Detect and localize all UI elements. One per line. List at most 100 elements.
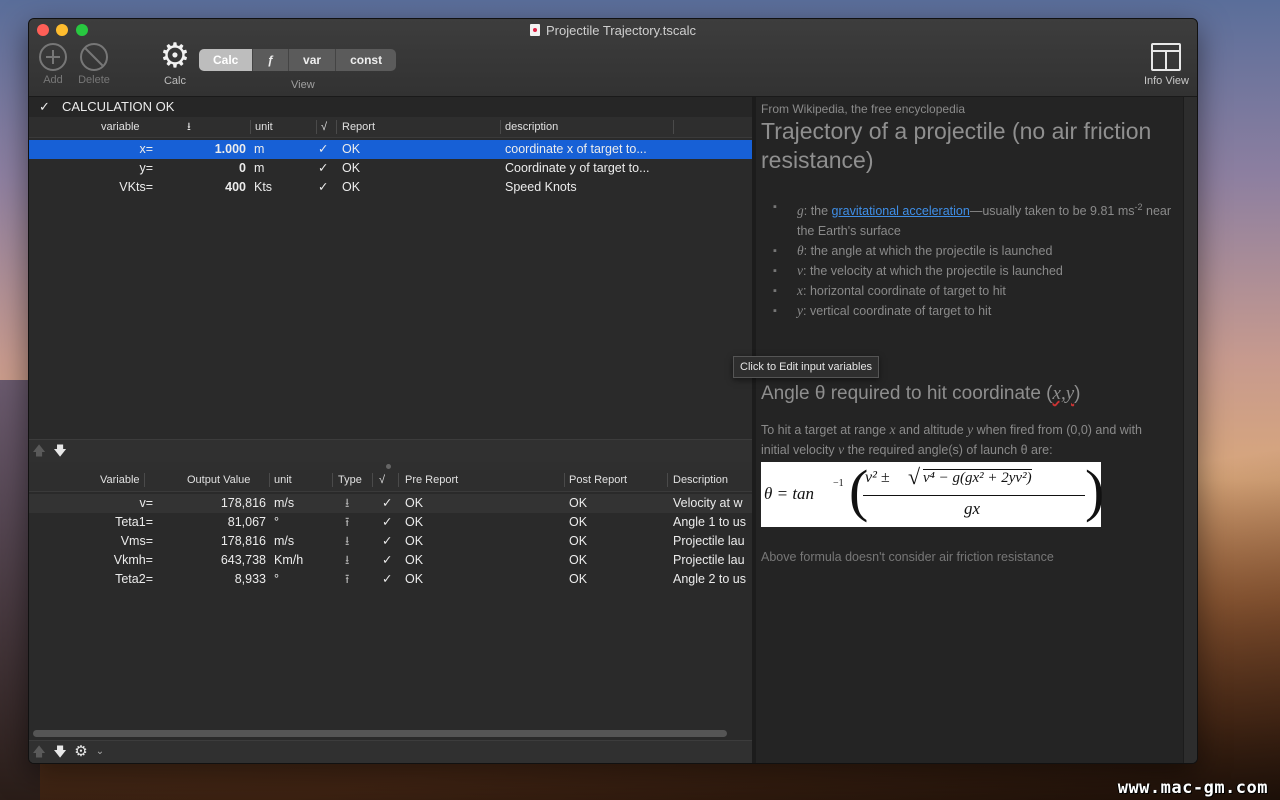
output-value: 643,738: [220, 553, 266, 567]
gear-icon[interactable]: ⚙: [73, 744, 89, 760]
pane-splitter[interactable]: [29, 462, 752, 470]
segment-const[interactable]: const: [336, 49, 396, 71]
variable-name: VKts=: [119, 180, 153, 194]
output-row-vkmh[interactable]: Vkmh= 643,738 Km/h ⭳ ✓ OK OK Projectile …: [29, 551, 752, 570]
output-post-report: OK: [569, 534, 588, 548]
col-variable[interactable]: Variable: [100, 470, 140, 491]
output-table-footer: 🡅 🡇 ⚙ ⌄: [29, 740, 752, 763]
output-post-report: OK: [569, 496, 588, 510]
input-direction-icon[interactable]: ⭳: [187, 117, 191, 137]
variable-value[interactable]: 400: [169, 178, 246, 197]
output-unit: m/s: [274, 496, 295, 510]
col-description[interactable]: Description: [673, 470, 728, 491]
variable-unit: m: [254, 161, 265, 175]
output-value: 8,933: [234, 572, 266, 586]
check-icon: ✓: [382, 553, 393, 567]
sidebar-layout-icon: [1151, 43, 1182, 71]
output-row-v[interactable]: v= 178,816 m/s ⭳ ✓ OK OK Velocity at w: [29, 494, 752, 513]
add-icon: [39, 43, 67, 71]
output-description: Projectile lau: [673, 553, 745, 567]
input-table-footer: 🡅 🡇: [29, 439, 752, 462]
col-type[interactable]: Type: [338, 470, 362, 491]
col-check[interactable]: √: [379, 470, 385, 491]
info-view-button[interactable]: Info View: [1144, 43, 1189, 87]
delete-label: Delete: [78, 74, 110, 86]
output-post-report: OK: [569, 572, 588, 586]
output-post-report: OK: [569, 515, 588, 529]
document-icon: [529, 24, 540, 36]
move-down-arrow-icon[interactable]: 🡇: [52, 744, 68, 760]
add-button[interactable]: Add: [38, 43, 68, 86]
variable-description: Coordinate y of target to...: [505, 161, 650, 175]
calc-button[interactable]: ⚙ Calc: [155, 37, 195, 87]
move-down-arrow-icon[interactable]: 🡇: [52, 443, 68, 459]
output-unit: m/s: [274, 534, 295, 548]
output-table-header: Variable Output Value unit Type √ Pre Re…: [29, 470, 752, 492]
col-post-report[interactable]: Post Report: [569, 470, 627, 491]
toolbar: Projectile Trajectory.tscalc Add Delete …: [29, 19, 1197, 97]
segment-function[interactable]: ƒ: [253, 49, 290, 71]
output-unit: °: [274, 572, 279, 586]
info-view-label: Info View: [1143, 75, 1189, 87]
delete-button[interactable]: Delete: [73, 43, 115, 86]
col-check[interactable]: √: [321, 117, 327, 137]
info-vertical-scrollbar[interactable]: [1183, 97, 1197, 763]
app-window: Projectile Trajectory.tscalc Add Delete …: [28, 18, 1198, 764]
window-title: Projectile Trajectory.tscalc: [29, 23, 1197, 38]
chevron-down-icon[interactable]: ⌄: [92, 744, 108, 760]
output-value: 178,816: [220, 534, 266, 548]
section-heading: Angle θ required to hit coordinate (x,y): [761, 383, 1081, 404]
segment-var[interactable]: var: [289, 49, 337, 71]
tooltip: Click to Edit input variables: [733, 356, 880, 378]
launch-angle-formula: θ = tan −1 ( v² ± √ v⁴ − g(gx² + 2yv²) g…: [761, 458, 1104, 527]
check-icon: ✓: [382, 515, 393, 529]
output-post-report: OK: [569, 553, 588, 567]
output-pre-report: OK: [405, 496, 424, 510]
horizontal-scrollbar[interactable]: [33, 730, 727, 737]
variable-description: Speed Knots: [505, 180, 577, 194]
output-name: Vkmh=: [113, 553, 153, 567]
input-row-vkts[interactable]: VKts= 400 Kts ✓ OK Speed Knots: [29, 178, 752, 197]
output-name: Vms=: [120, 534, 153, 548]
output-type-icon: ⭳: [345, 553, 350, 567]
check-icon: ✓: [318, 180, 329, 194]
move-up-arrow-icon[interactable]: 🡅: [31, 443, 47, 459]
variable-description: coordinate x of target to...: [505, 142, 647, 156]
input-row-y[interactable]: y= 0 m ✓ OK Coordinate y of target to...: [29, 159, 752, 178]
output-type-icon: ⭱: [345, 515, 350, 529]
col-report[interactable]: Report: [342, 117, 375, 137]
output-row-teta2[interactable]: Teta2= 8,933 ° ⭱ ✓ OK OK Angle 2 to us: [29, 570, 752, 589]
gravitational-acceleration-link[interactable]: gravitational acceleration: [832, 204, 970, 218]
move-up-arrow-icon[interactable]: 🡅: [31, 744, 47, 760]
output-description: Velocity at w: [673, 496, 743, 510]
col-variable[interactable]: variable: [101, 117, 140, 137]
output-row-teta1[interactable]: Teta1= 81,067 ° ⭱ ✓ OK OK Angle 1 to us: [29, 513, 752, 532]
calculation-status: ✓ CALCULATION OK: [29, 97, 752, 117]
calculation-pane: ✓ CALCULATION OK variable ⭳ unit √ Repor…: [29, 97, 752, 763]
input-table-header: variable ⭳ unit √ Report description: [29, 117, 752, 138]
variable-value[interactable]: 0: [169, 159, 246, 178]
output-row-vms[interactable]: Vms= 178,816 m/s ⭳ ✓ OK OK Projectile la…: [29, 532, 752, 551]
list-item: g: the gravitational acceleration—usuall…: [773, 197, 1178, 241]
output-pre-report: OK: [405, 553, 424, 567]
segment-calc[interactable]: Calc: [199, 49, 254, 71]
output-value: 178,816: [220, 496, 266, 510]
output-type-icon: ⭳: [345, 534, 350, 548]
variable-name: y=: [139, 161, 153, 175]
input-row-x[interactable]: x= 1.000 m ✓ OK coordinate x of target t…: [29, 140, 752, 159]
col-unit[interactable]: unit: [255, 117, 273, 137]
variable-value[interactable]: 1.000: [169, 140, 246, 159]
list-item: θ: the angle at which the projectile is …: [773, 241, 1178, 261]
gear-icon: ⚙: [159, 37, 191, 75]
output-description: Projectile lau: [673, 534, 745, 548]
col-output-value[interactable]: Output Value: [187, 470, 250, 491]
variable-name: x=: [139, 142, 153, 156]
col-description[interactable]: description: [505, 117, 558, 137]
col-unit[interactable]: unit: [274, 470, 292, 491]
variable-legend-list: g: the gravitational acceleration—usuall…: [773, 197, 1178, 321]
output-name: Teta2=: [115, 572, 153, 586]
check-icon: ✓: [382, 534, 393, 548]
list-item: x: horizontal coordinate of target to hi…: [773, 281, 1178, 301]
view-segmented-control: Calc ƒ var const: [199, 49, 397, 71]
col-pre-report[interactable]: Pre Report: [405, 470, 458, 491]
